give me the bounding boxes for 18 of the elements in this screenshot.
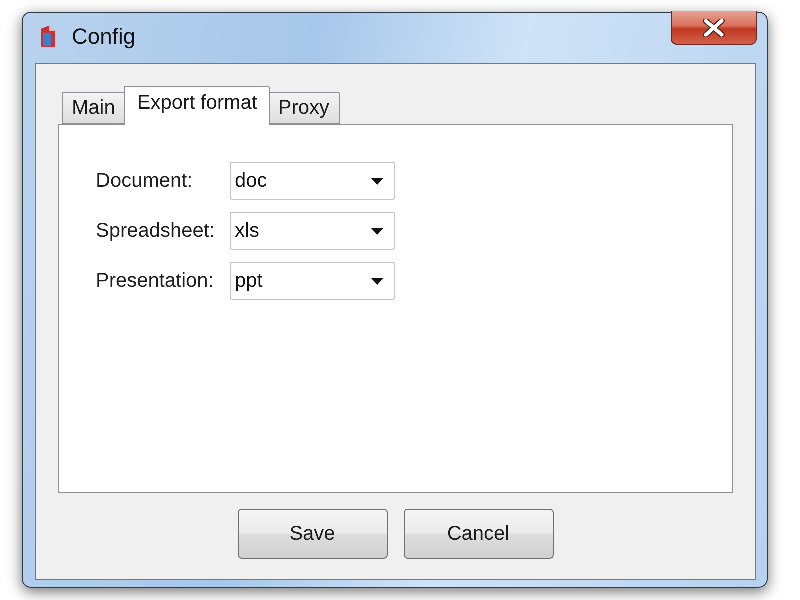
format-dropdown[interactable]: xls	[230, 212, 395, 250]
close-icon	[703, 18, 725, 36]
tab[interactable]: Main	[62, 92, 126, 124]
caret-icon	[371, 178, 384, 184]
window-title: Config	[72, 24, 136, 50]
dialog-button[interactable]: Save	[238, 509, 388, 559]
close-button[interactable]	[671, 11, 757, 45]
format-dropdown[interactable]: doc	[230, 162, 395, 200]
field-label: Presentation:	[96, 270, 215, 292]
dialog-button[interactable]: Cancel	[404, 509, 554, 559]
caret-icon	[371, 228, 384, 234]
tab[interactable]: Proxy	[268, 92, 340, 124]
app-icon	[38, 25, 58, 49]
caret-icon	[371, 278, 384, 284]
tab[interactable]: Export format	[124, 86, 270, 125]
field-label: Document:	[96, 170, 194, 192]
format-dropdown[interactable]: ppt	[230, 262, 395, 300]
field-label: Spreadsheet:	[96, 220, 216, 242]
